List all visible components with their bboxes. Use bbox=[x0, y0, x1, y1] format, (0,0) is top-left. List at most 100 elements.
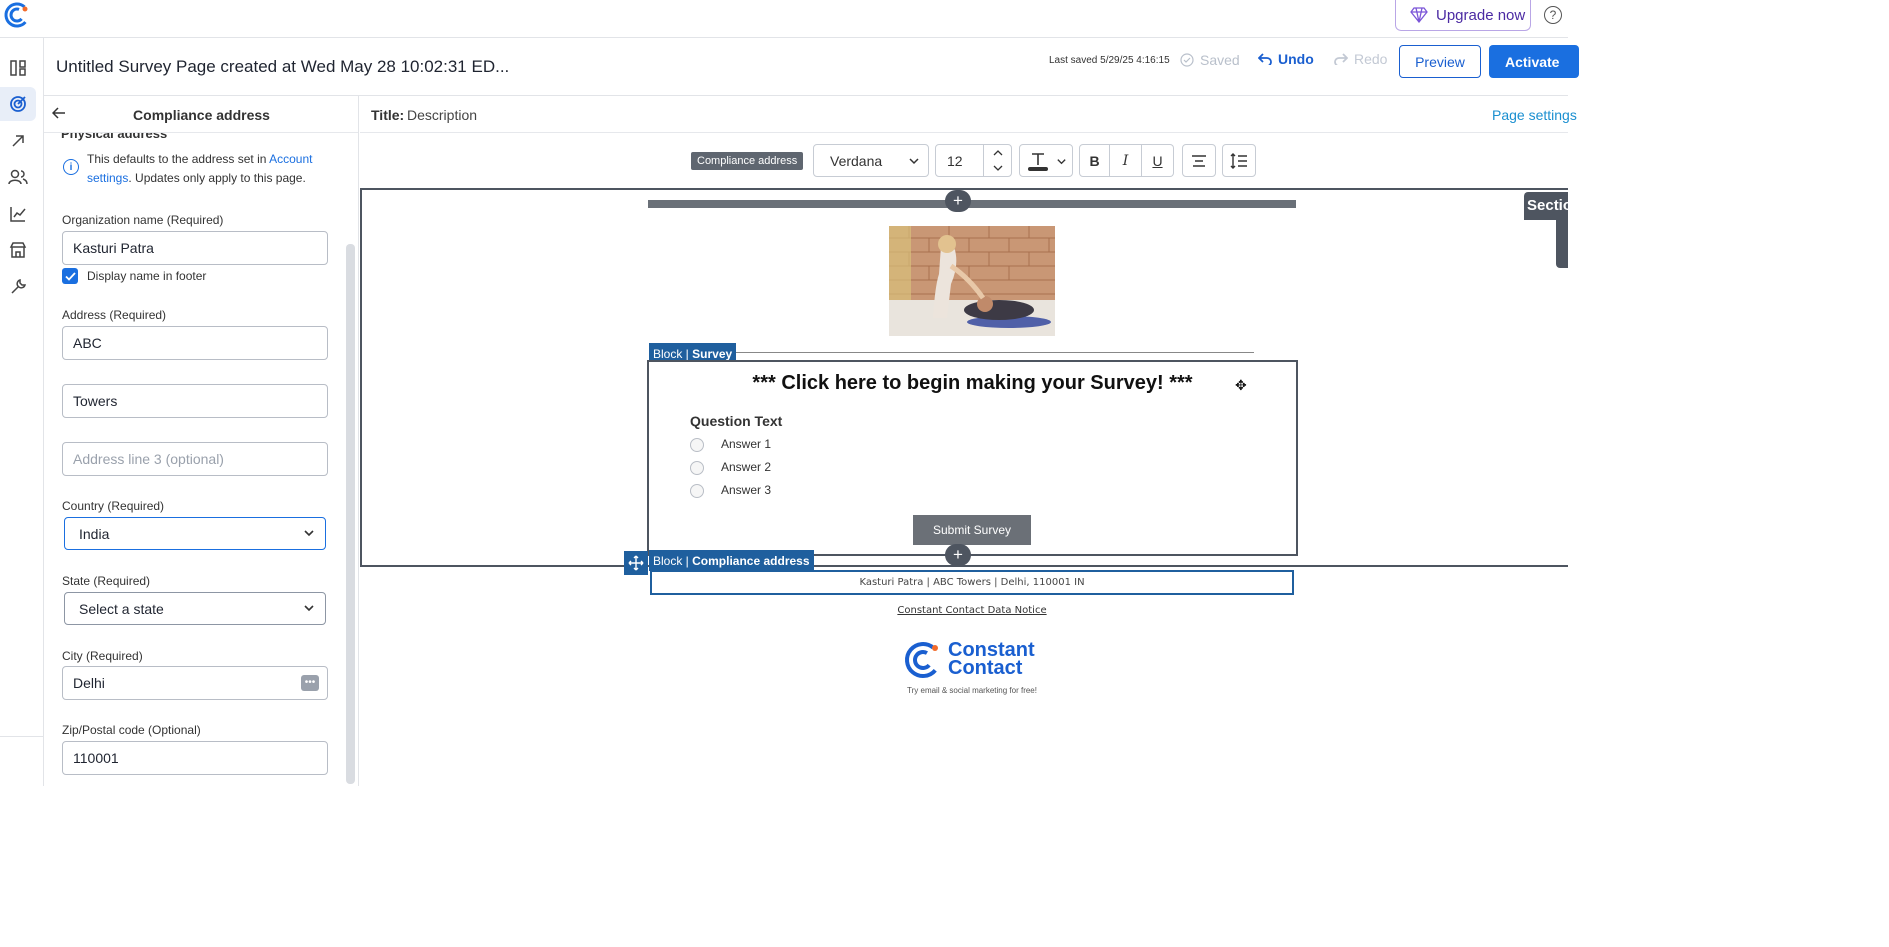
text-format-toolbar: Compliance address Verdana 12 B I U bbox=[360, 133, 1568, 188]
state-select[interactable]: Select a state bbox=[64, 592, 326, 625]
bold-button[interactable]: B bbox=[1079, 144, 1110, 177]
campaigns-target-icon[interactable] bbox=[0, 87, 36, 121]
upgrade-now-button[interactable]: Upgrade now bbox=[1395, 0, 1531, 31]
panel-title: Compliance address bbox=[133, 107, 270, 123]
chevron-up-icon[interactable] bbox=[993, 149, 1003, 156]
font-size-stepper[interactable]: 12 bbox=[935, 144, 1012, 177]
answer-option-1[interactable]: Answer 1 bbox=[690, 435, 771, 452]
editor-title-bar: Title: Description Page settings bbox=[360, 96, 1577, 133]
drag-handle-icon[interactable] bbox=[624, 551, 648, 575]
top-bar: Upgrade now ? bbox=[0, 0, 1568, 38]
panel-header: Compliance address bbox=[44, 96, 358, 133]
info-text: This defaults to the address set in Acco… bbox=[87, 150, 327, 188]
address-line1-input[interactable]: ABC bbox=[62, 326, 328, 360]
yoga-photo-image bbox=[889, 226, 1055, 336]
italic-button[interactable]: I bbox=[1110, 144, 1142, 177]
redo-button[interactable]: Redo bbox=[1334, 51, 1387, 67]
compliance-address-block[interactable]: Kasturi Patra | ABC Towers | Delhi, 1100… bbox=[650, 570, 1294, 595]
country-label: Country (Required) bbox=[62, 499, 165, 513]
chevron-down-icon[interactable] bbox=[993, 165, 1003, 172]
redo-icon bbox=[1334, 53, 1348, 65]
line-spacing-button[interactable] bbox=[1222, 144, 1256, 177]
left-nav-rail bbox=[0, 38, 44, 786]
address-line3-input[interactable]: Address line 3 (optional) bbox=[62, 442, 328, 476]
add-block-bottom-icon[interactable]: + bbox=[945, 544, 971, 566]
city-label: City (Required) bbox=[62, 649, 143, 663]
text-color-button[interactable] bbox=[1019, 144, 1073, 177]
constant-contact-wordmark: Constant Contact bbox=[948, 639, 1035, 679]
address-line2-input[interactable]: Towers bbox=[62, 384, 328, 418]
page-settings-link[interactable]: Page settings bbox=[1492, 107, 1577, 123]
section-tab[interactable]: Section bbox=[1524, 192, 1568, 220]
constant-contact-logo-icon bbox=[905, 642, 941, 678]
address-label: Address (Required) bbox=[62, 308, 167, 322]
tools-wrench-icon[interactable] bbox=[0, 270, 36, 304]
answer-label: Answer 1 bbox=[721, 436, 772, 451]
page-title[interactable]: Untitled Survey Page created at Wed May … bbox=[56, 57, 509, 77]
title-value[interactable]: Description bbox=[407, 107, 477, 123]
add-block-top-icon[interactable]: + bbox=[945, 190, 971, 212]
question-text[interactable]: Question Text bbox=[690, 413, 782, 429]
compliance-address-panel: Physical address Compliance address i Th… bbox=[44, 96, 359, 786]
data-notice-link[interactable]: Constant Contact Data Notice bbox=[360, 605, 1584, 616]
display-name-checkbox[interactable] bbox=[62, 268, 78, 284]
hero-image[interactable] bbox=[889, 226, 1055, 336]
arrow-up-right-icon[interactable] bbox=[0, 124, 36, 158]
align-center-button[interactable] bbox=[1182, 144, 1216, 177]
country-select[interactable]: India bbox=[64, 517, 326, 550]
redo-label: Redo bbox=[1354, 51, 1388, 67]
header-stripe bbox=[648, 200, 1296, 208]
store-icon[interactable] bbox=[0, 233, 36, 267]
answer-option-3[interactable]: Answer 3 bbox=[690, 481, 771, 498]
checkmark-icon bbox=[64, 271, 76, 281]
check-circle-icon bbox=[1180, 53, 1194, 67]
survey-block[interactable]: *** Click here to begin making your Surv… bbox=[647, 360, 1298, 556]
compliance-block-tag[interactable]: Block | Compliance address bbox=[649, 550, 814, 571]
font-size-spinner[interactable] bbox=[983, 145, 1011, 176]
radio-button[interactable] bbox=[690, 438, 704, 452]
info-prefix: This defaults to the address set in bbox=[87, 152, 270, 166]
underline-button[interactable]: U bbox=[1142, 144, 1174, 177]
font-family-select[interactable]: Verdana bbox=[813, 144, 929, 177]
contacts-icon[interactable] bbox=[0, 160, 36, 194]
zip-label: Zip/Postal code (Optional) bbox=[62, 723, 201, 737]
compliance-block-prefix: Block | bbox=[653, 554, 693, 568]
app-logo-icon[interactable] bbox=[4, 2, 30, 28]
help-icon[interactable]: ? bbox=[1544, 6, 1562, 24]
state-label: State (Required) bbox=[62, 574, 151, 588]
chevron-down-icon bbox=[909, 158, 919, 165]
upgrade-now-label: Upgrade now bbox=[1436, 6, 1526, 24]
info-icon: i bbox=[63, 159, 79, 175]
org-name-input[interactable]: Kasturi Patra bbox=[62, 231, 328, 265]
radio-button[interactable] bbox=[690, 484, 704, 498]
last-saved-text: Last saved 5/29/25 4:16:15 bbox=[1049, 55, 1170, 66]
align-center-icon bbox=[1192, 154, 1206, 167]
answer-label: Answer 3 bbox=[721, 482, 772, 497]
dashboard-icon[interactable] bbox=[0, 51, 36, 85]
info-suffix: . Updates only apply to this page. bbox=[128, 171, 306, 185]
org-name-label: Organization name (Required) bbox=[62, 213, 224, 227]
city-input[interactable]: Delhi ••• bbox=[62, 666, 328, 700]
analytics-chart-icon[interactable] bbox=[0, 197, 36, 231]
undo-button[interactable]: Undo bbox=[1258, 51, 1314, 67]
move-cursor-icon: ✥ bbox=[1235, 377, 1247, 393]
constant-contact-tagline: Try email & social marketing for free! bbox=[907, 686, 1037, 695]
font-size-value: 12 bbox=[947, 152, 963, 169]
activate-button[interactable]: Activate bbox=[1489, 45, 1579, 78]
survey-block-name: Survey bbox=[692, 347, 733, 361]
zip-input[interactable]: 110001 bbox=[62, 741, 328, 775]
preview-button[interactable]: Preview bbox=[1399, 45, 1481, 78]
undo-icon bbox=[1258, 53, 1272, 65]
answer-option-2[interactable]: Answer 2 bbox=[690, 458, 771, 475]
saved-label: Saved bbox=[1200, 52, 1240, 68]
more-dots-icon[interactable]: ••• bbox=[301, 675, 319, 691]
radio-button[interactable] bbox=[690, 461, 704, 475]
submit-survey-button[interactable]: Submit Survey bbox=[913, 515, 1031, 545]
panel-scrollbar[interactable] bbox=[346, 244, 355, 784]
section-tab-actions[interactable] bbox=[1556, 218, 1568, 268]
line-spacing-icon bbox=[1230, 152, 1247, 169]
title-label: Title: bbox=[371, 107, 405, 123]
font-family-value: Verdana bbox=[830, 152, 883, 169]
survey-heading[interactable]: *** Click here to begin making your Surv… bbox=[649, 372, 1296, 395]
undo-label: Undo bbox=[1278, 51, 1314, 67]
